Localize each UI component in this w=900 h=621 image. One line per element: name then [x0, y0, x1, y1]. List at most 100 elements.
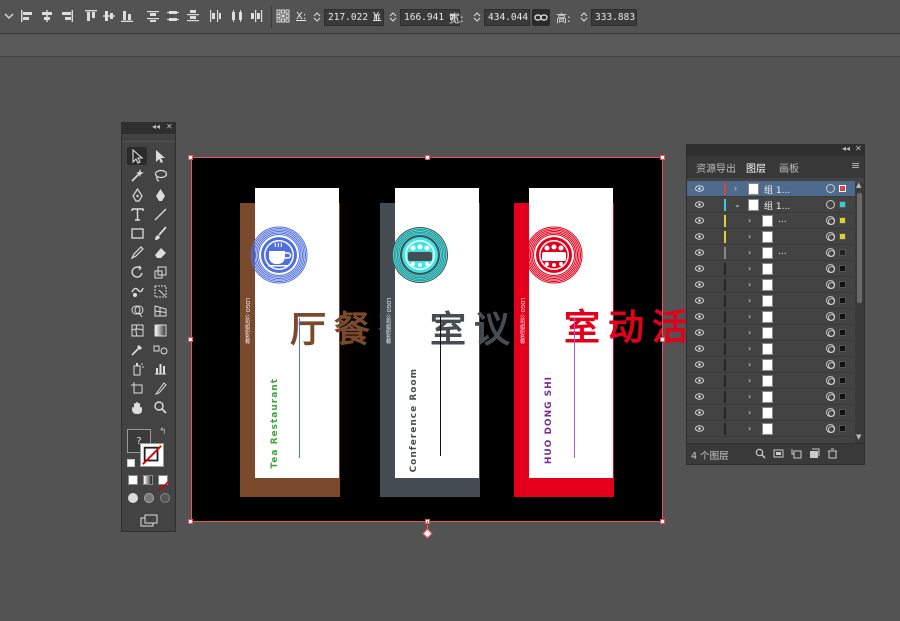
layer-row[interactable]: › — [687, 421, 855, 437]
new-layer-icon[interactable] — [809, 448, 820, 459]
distribute-top-icon[interactable] — [146, 9, 160, 23]
align-top-icon[interactable] — [84, 9, 98, 23]
target-appearance-icon[interactable] — [826, 424, 835, 433]
visibility-eye-icon[interactable] — [695, 217, 704, 224]
stroke-swatch[interactable] — [140, 443, 164, 467]
paintbrush-tool[interactable] — [150, 224, 170, 242]
layer-row[interactable]: › 组 1... — [687, 181, 855, 197]
shaper-tool[interactable] — [127, 243, 147, 261]
visibility-eye-icon[interactable] — [695, 361, 704, 368]
clipping-mask-icon[interactable] — [773, 448, 784, 459]
chevron-right-icon[interactable]: › — [748, 344, 751, 353]
trash-icon[interactable] — [827, 448, 838, 459]
scroll-down-icon[interactable]: ▼ — [856, 433, 861, 441]
tools-panel-grip[interactable] — [122, 134, 175, 142]
draw-normal-button[interactable] — [128, 493, 138, 503]
chevron-right-icon[interactable]: › — [748, 264, 751, 273]
draw-inside-button[interactable] — [160, 493, 170, 503]
layer-row[interactable]: ›... — [687, 213, 855, 229]
resize-handle-top-right[interactable] — [660, 155, 665, 160]
layer-name[interactable]: ... — [778, 247, 787, 257]
chevron-right-icon[interactable]: › — [748, 360, 751, 369]
chevron-right-icon[interactable]: › — [748, 424, 751, 433]
gradient-tool[interactable] — [150, 321, 170, 339]
pen-tool[interactable] — [127, 186, 147, 204]
eraser-tool[interactable] — [150, 243, 170, 261]
target-appearance-icon[interactable] — [826, 392, 835, 401]
blend-tool[interactable] — [150, 340, 170, 358]
selection-indicator[interactable] — [839, 281, 846, 288]
target-appearance-icon[interactable] — [826, 280, 835, 289]
chevron-right-icon[interactable]: › — [748, 328, 751, 337]
swap-fill-stroke-icon[interactable]: ↰ — [159, 427, 167, 437]
layer-name[interactable]: 组 1... — [764, 199, 790, 212]
mesh-tool[interactable] — [127, 321, 147, 339]
selection-tool[interactable] — [127, 147, 147, 165]
collapse-icon[interactable]: ◂◂ — [842, 144, 850, 153]
distribute-left-icon[interactable] — [208, 9, 222, 23]
distribute-center-v-icon[interactable] — [166, 9, 180, 23]
slice-tool[interactable] — [150, 379, 170, 397]
default-colors-icon[interactable] — [127, 459, 135, 467]
close-icon[interactable]: ✕ — [855, 144, 862, 153]
target-appearance-icon[interactable] — [826, 312, 835, 321]
layer-row[interactable]: › — [687, 277, 855, 293]
rectangle-tool[interactable] — [127, 224, 147, 242]
scale-tool[interactable] — [150, 263, 170, 281]
scrollbar-thumb[interactable] — [857, 193, 862, 303]
target-appearance-icon[interactable] — [826, 376, 835, 385]
target-appearance-icon[interactable] — [826, 216, 835, 225]
align-center-h-icon[interactable] — [40, 9, 54, 23]
visibility-eye-icon[interactable] — [695, 233, 704, 240]
visibility-eye-icon[interactable] — [695, 329, 704, 336]
visibility-eye-icon[interactable] — [695, 185, 704, 192]
visibility-eye-icon[interactable] — [695, 409, 704, 416]
resize-handle-top-left[interactable] — [188, 155, 193, 160]
selection-indicator[interactable] — [839, 297, 846, 304]
layer-row[interactable]: › — [687, 405, 855, 421]
eyedropper-tool[interactable] — [127, 340, 147, 358]
resize-handle-bottom-left[interactable] — [188, 519, 193, 524]
layer-row[interactable]: ›... — [687, 245, 855, 261]
target-appearance-icon[interactable] — [826, 184, 835, 193]
curvature-tool[interactable] — [150, 186, 170, 204]
selection-indicator[interactable] — [839, 249, 846, 256]
align-bottom-icon[interactable] — [120, 9, 134, 23]
target-appearance-icon[interactable] — [826, 248, 835, 257]
artboard-tool[interactable] — [127, 379, 147, 397]
chevron-down-icon[interactable]: ⌄ — [734, 200, 741, 209]
height-spinner-icon[interactable] — [580, 11, 588, 23]
free-transform-tool[interactable] — [150, 282, 170, 300]
visibility-eye-icon[interactable] — [695, 265, 704, 272]
selection-indicator[interactable] — [839, 329, 846, 336]
align-right-icon[interactable] — [60, 9, 74, 23]
visibility-eye-icon[interactable] — [695, 297, 704, 304]
layer-row[interactable]: › — [687, 357, 855, 373]
height-field[interactable]: 333.883 m — [591, 9, 637, 26]
tools-panel-header[interactable]: ◂◂ ✕ — [122, 122, 175, 134]
selection-indicator[interactable] — [839, 377, 846, 384]
target-appearance-icon[interactable] — [826, 344, 835, 353]
layer-row[interactable]: › — [687, 373, 855, 389]
width-field[interactable]: 434.044 m — [484, 9, 530, 26]
color-mode-button[interactable] — [128, 475, 138, 485]
scroll-up-icon[interactable]: ▲ — [856, 181, 861, 189]
chevron-right-icon[interactable]: › — [748, 296, 751, 305]
type-tool[interactable] — [127, 205, 147, 223]
selection-indicator[interactable] — [839, 185, 846, 192]
collapse-icon[interactable]: ◂◂ — [152, 122, 160, 131]
layer-row[interactable]: › — [687, 325, 855, 341]
chevron-right-icon[interactable]: › — [748, 248, 751, 257]
selection-indicator[interactable] — [839, 265, 846, 272]
layer-list-scrollbar[interactable]: ▲ ▼ — [855, 181, 864, 443]
lasso-tool[interactable] — [150, 166, 170, 184]
gradient-mode-button[interactable] — [143, 475, 153, 485]
visibility-eye-icon[interactable] — [695, 281, 704, 288]
selection-indicator[interactable] — [839, 345, 846, 352]
resize-handle-right[interactable] — [660, 337, 665, 342]
symbol-sprayer-tool[interactable] — [127, 359, 147, 377]
target-appearance-icon[interactable] — [826, 232, 835, 241]
selection-indicator[interactable] — [839, 313, 846, 320]
target-appearance-icon[interactable] — [826, 360, 835, 369]
layer-row[interactable]: › — [687, 309, 855, 325]
